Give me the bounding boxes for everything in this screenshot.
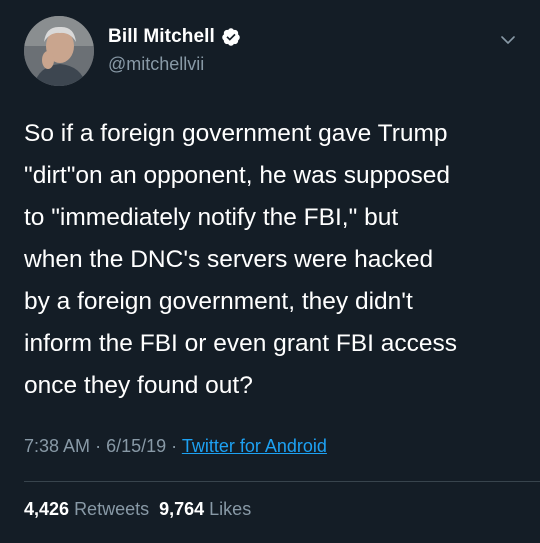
- author-handle[interactable]: @mitchellvii: [108, 54, 204, 75]
- likes-stat[interactable]: 9,764 Likes: [159, 499, 251, 520]
- meta-separator: ·: [171, 436, 178, 456]
- tweet-text: So if a foreign government gave Trump "d…: [24, 120, 458, 399]
- likes-count: 9,764: [159, 499, 205, 519]
- verified-badge-icon: [221, 27, 241, 47]
- retweets-label: Retweets: [74, 499, 150, 519]
- avatar[interactable]: [24, 16, 94, 86]
- tweet-time[interactable]: 7:38 AM: [24, 436, 90, 456]
- author-name[interactable]: Bill Mitchell: [108, 26, 215, 48]
- tweet-card: Bill Mitchell @mitchellvii So if a forei…: [0, 0, 540, 543]
- tweet-stats: 4,426 Retweets 9,764 Likes: [24, 499, 251, 520]
- divider: [24, 481, 540, 482]
- retweets-count: 4,426: [24, 499, 70, 519]
- author-name-row: Bill Mitchell: [108, 26, 241, 48]
- chevron-down-icon[interactable]: [498, 30, 518, 50]
- avatar-image: [24, 16, 94, 86]
- tweet-date[interactable]: 6/15/19: [106, 436, 166, 456]
- retweets-stat[interactable]: 4,426 Retweets: [24, 499, 149, 520]
- meta-separator: ·: [95, 436, 102, 456]
- tweet-meta: 7:38 AM · 6/15/19 · Twitter for Android: [24, 436, 327, 457]
- likes-label: Likes: [209, 499, 252, 519]
- tweet-source-link[interactable]: Twitter for Android: [182, 436, 327, 456]
